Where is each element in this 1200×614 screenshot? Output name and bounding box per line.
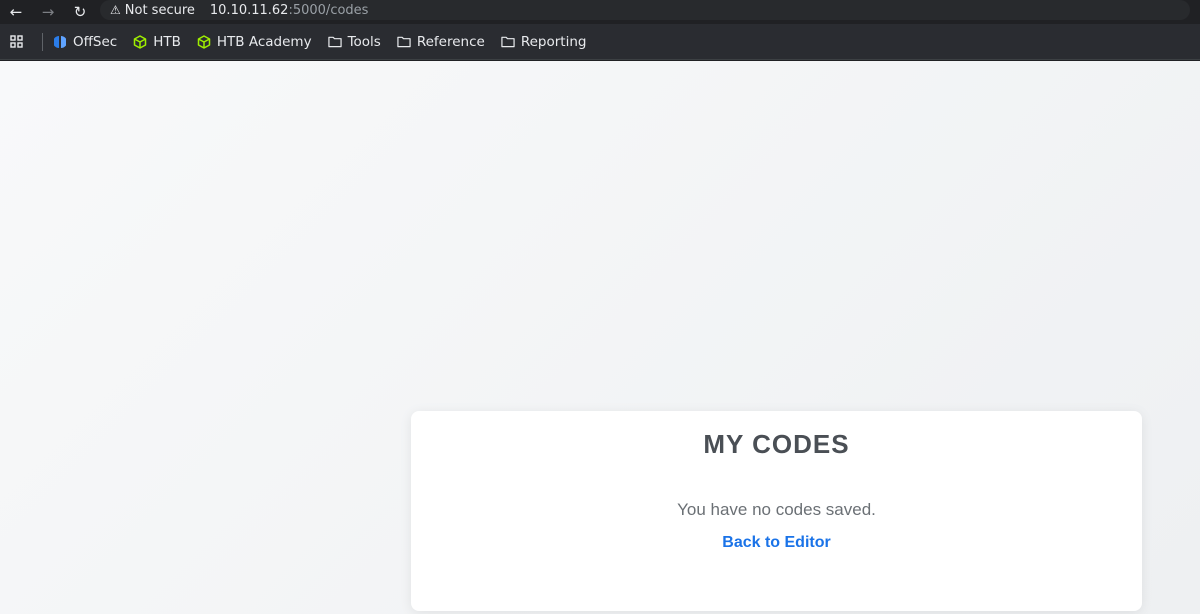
bookmark-label: Reporting [520, 33, 587, 50]
page-title: MY CODES [703, 429, 850, 459]
bookmark-label: Reference [416, 33, 485, 50]
htb-cube-icon [133, 34, 147, 49]
bookmark-htb-academy[interactable]: HTB Academy [197, 34, 312, 50]
folder-icon [327, 35, 342, 49]
empty-state-message: You have no codes saved. [677, 500, 876, 519]
bookmark-htb[interactable]: HTB [133, 34, 181, 50]
back-to-editor-link[interactable]: Back to Editor [722, 534, 830, 552]
codes-card: MY CODES You have no codes saved. Back t… [411, 411, 1142, 611]
bookmark-offsec[interactable]: OffSec [53, 34, 117, 50]
bookmark-label: HTB Academy [216, 33, 312, 50]
bookmark-folder-tools[interactable]: Tools [327, 33, 381, 50]
bookmark-label: HTB [153, 33, 181, 50]
folder-icon [397, 35, 411, 49]
bookmark-folder-reporting[interactable]: Reporting [501, 33, 587, 50]
reload-icon[interactable]: ↻ [64, 0, 96, 24]
back-icon[interactable]: ← [0, 0, 32, 24]
security-label: Not secure [124, 2, 195, 18]
bookmark-label: OffSec [73, 33, 118, 50]
apps-grid-icon[interactable] [6, 32, 26, 52]
bookmark-folder-reference[interactable]: Reference [397, 34, 485, 50]
folder-icon [501, 35, 515, 49]
security-indicator[interactable]: ⚠ Not secure [110, 3, 195, 18]
forward-icon[interactable]: → [32, 0, 64, 24]
warning-icon: ⚠ [110, 3, 121, 17]
htb-cube-icon [197, 34, 211, 49]
address-bar[interactable]: ⚠ Not secure 10.10.11.62:5000/codes [100, 0, 1190, 20]
offsec-icon [53, 35, 67, 49]
divider [42, 32, 43, 51]
bookmarks-bar: OffSec HTB HTB Academy Tools Reference R… [0, 24, 1200, 60]
bookmark-label: Tools [347, 33, 381, 50]
url-text[interactable]: 10.10.11.62:5000/codes [210, 3, 369, 18]
url-path: :5000/codes [288, 2, 369, 18]
browser-toolbar: ← → ↻ ⚠ Not secure 10.10.11.62:5000/code… [0, 0, 1200, 24]
url-host: 10.10.11.62 [209, 2, 289, 18]
